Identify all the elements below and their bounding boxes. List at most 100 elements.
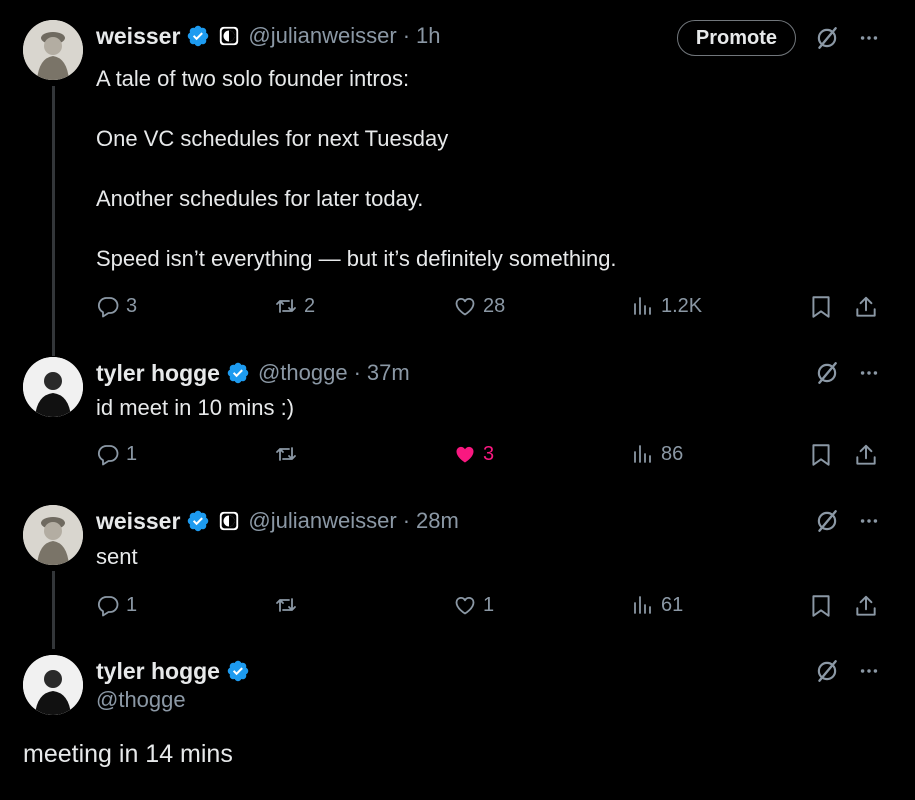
repost-icon — [274, 593, 298, 617]
separator-dot: · — [353, 360, 361, 385]
tweet-top-right: Promote — [676, 20, 880, 56]
tweet-top-right — [814, 360, 880, 386]
share-icon — [853, 442, 879, 468]
repost-count: 2 — [304, 294, 316, 317]
views-icon — [631, 593, 655, 617]
views-count: 1.2K — [661, 294, 703, 317]
avatar[interactable] — [23, 20, 83, 80]
timestamp[interactable]: 1h — [416, 23, 440, 49]
handle[interactable]: @thogge — [96, 687, 186, 713]
action-bar: 3 2 28 1.2K — [96, 294, 886, 324]
handle[interactable]: @julianweisser — [248, 508, 396, 534]
like-count: 1 — [483, 593, 495, 616]
verified-badge-icon — [186, 24, 210, 48]
grok-icon[interactable] — [814, 508, 840, 534]
views-icon — [631, 442, 655, 466]
like-filled-icon — [453, 442, 477, 466]
bookmark-button[interactable] — [808, 442, 834, 473]
handle[interactable]: @thogge — [258, 360, 348, 386]
views-count: 61 — [661, 593, 684, 616]
tweet-1[interactable]: weisser @julianweisser · 1h Promote A ta… — [0, 20, 915, 356]
share-icon — [853, 294, 879, 320]
reply-icon — [96, 294, 120, 318]
bookmark-icon — [808, 294, 834, 320]
repost-button[interactable]: 2 — [274, 294, 315, 318]
tweet-text-line: A tale of two solo founder intros: — [96, 66, 410, 91]
org-badge-icon[interactable] — [218, 25, 240, 47]
like-icon — [453, 593, 477, 617]
display-name[interactable]: tyler hogge — [96, 360, 220, 387]
repost-icon — [274, 294, 298, 318]
reply-icon — [96, 593, 120, 617]
bookmark-button[interactable] — [808, 593, 834, 624]
reply-button[interactable]: 1 — [96, 442, 137, 466]
tweet-3[interactable]: weisser @julianweisser · 28m sent 1 1 61 — [0, 505, 915, 649]
repost-button[interactable] — [274, 442, 304, 466]
share-button[interactable] — [853, 442, 879, 473]
grok-icon[interactable] — [814, 360, 840, 386]
avatar[interactable] — [23, 505, 83, 565]
views-button[interactable]: 61 — [631, 593, 683, 617]
tweet-header: weisser @julianweisser · 1h — [96, 20, 441, 52]
thread-line — [52, 86, 55, 356]
timestamp[interactable]: 28m — [416, 508, 459, 534]
tweet-header: weisser @julianweisser · 28m — [96, 505, 459, 537]
more-icon[interactable] — [858, 362, 880, 384]
views-button[interactable]: 86 — [631, 442, 683, 466]
org-badge-icon[interactable] — [218, 510, 240, 532]
like-count: 3 — [483, 442, 495, 465]
avatar[interactable] — [23, 357, 83, 417]
tweet-4-focused[interactable]: tyler hogge @thogge meeting in 14 mins — [0, 655, 915, 785]
avatar[interactable] — [23, 655, 83, 715]
timestamp[interactable]: 37m — [367, 360, 410, 386]
tweet-top-right — [814, 508, 880, 534]
tweet-2[interactable]: tyler hogge @thogge · 37m id meet in 10 … — [0, 357, 915, 487]
more-icon[interactable] — [858, 660, 880, 682]
tweet-top-right — [814, 658, 880, 684]
grok-icon[interactable] — [814, 658, 840, 684]
bookmark-icon — [808, 442, 834, 468]
share-button[interactable] — [853, 593, 879, 624]
separator-dot: · — [402, 508, 411, 533]
share-button[interactable] — [853, 294, 879, 325]
reply-count: 3 — [126, 294, 138, 317]
repost-button[interactable] — [274, 593, 304, 617]
like-button[interactable]: 3 — [453, 442, 494, 466]
more-icon[interactable] — [858, 27, 880, 49]
verified-badge-icon — [186, 509, 210, 533]
tweet-text-line: Another schedules for later today. — [96, 186, 424, 211]
display-name[interactable]: weisser — [96, 23, 180, 50]
bookmark-button[interactable] — [808, 294, 834, 325]
tweet-text: sent — [96, 544, 138, 569]
repost-icon — [274, 442, 298, 466]
tweet-text-line: One VC schedules for next Tuesday — [96, 126, 449, 151]
tweet-header: tyler hogge — [96, 655, 250, 687]
views-button[interactable]: 1.2K — [631, 294, 702, 318]
handle[interactable]: @julianweisser — [248, 23, 396, 49]
separator-dot: · — [402, 23, 411, 48]
verified-badge-icon — [226, 361, 250, 385]
reply-button[interactable]: 3 — [96, 294, 137, 318]
promote-button[interactable]: Promote — [676, 20, 796, 56]
like-icon — [453, 294, 477, 318]
grok-icon[interactable] — [814, 25, 840, 51]
display-name[interactable]: tyler hogge — [96, 658, 220, 685]
tweet-text-line: Speed isn’t everything — but it’s defini… — [96, 246, 617, 271]
reply-icon — [96, 442, 120, 466]
display-name[interactable]: weisser — [96, 508, 180, 535]
verified-badge-icon — [226, 659, 250, 683]
like-button[interactable]: 28 — [453, 294, 505, 318]
like-button[interactable]: 1 — [453, 593, 494, 617]
views-count: 86 — [661, 442, 684, 465]
reply-count: 1 — [126, 593, 138, 616]
focused-tweet-text: meeting in 14 mins — [23, 740, 233, 768]
action-bar: 1 3 86 — [96, 442, 886, 472]
views-icon — [631, 294, 655, 318]
reply-button[interactable]: 1 — [96, 593, 137, 617]
thread-line — [52, 571, 55, 649]
action-bar: 1 1 61 — [96, 593, 886, 623]
bookmark-icon — [808, 593, 834, 619]
reply-count: 1 — [126, 442, 138, 465]
tweet-text: id meet in 10 mins :) — [96, 395, 295, 420]
more-icon[interactable] — [858, 510, 880, 532]
